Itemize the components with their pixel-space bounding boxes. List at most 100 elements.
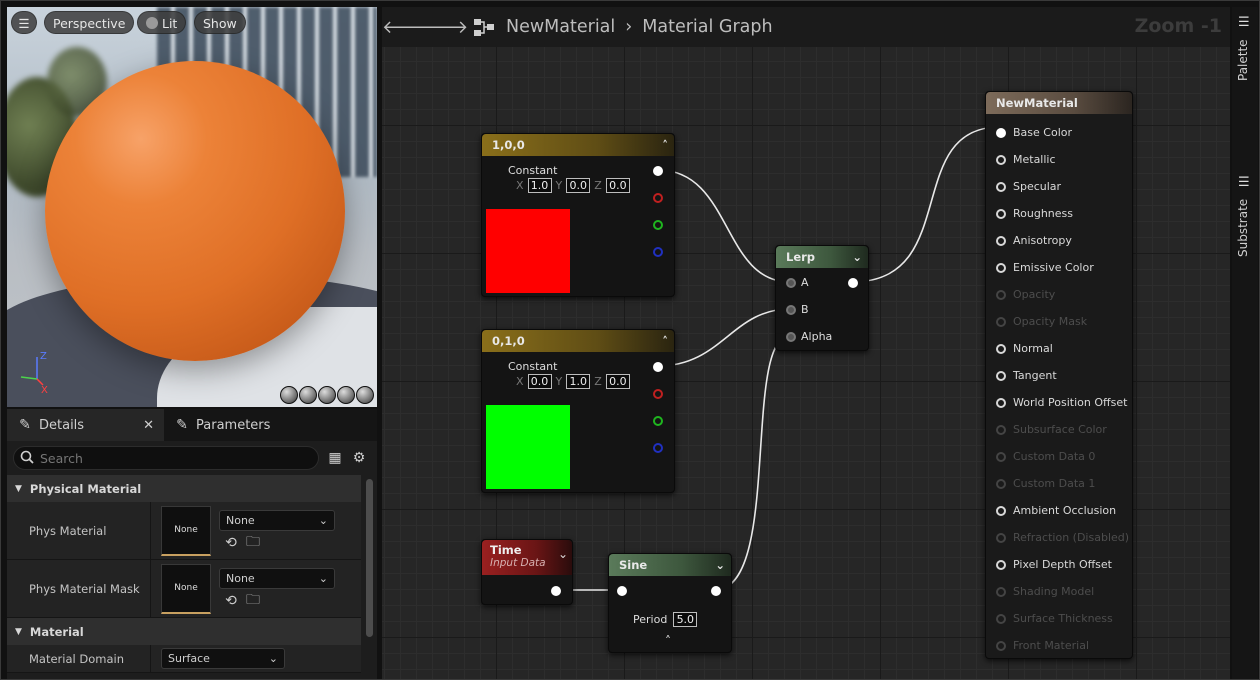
x-value-field[interactable]: 0.0 xyxy=(527,374,552,389)
close-tab-icon[interactable]: ✕ xyxy=(143,418,154,433)
output-pin-rgb[interactable] xyxy=(653,362,663,372)
result-pin-row[interactable]: Custom Data 0 xyxy=(996,450,1095,463)
input-pin[interactable] xyxy=(996,208,1006,219)
input-pin[interactable] xyxy=(996,586,1006,597)
x-value-field[interactable]: 1.0 xyxy=(527,178,552,193)
use-selected-asset-icon[interactable]: ⟲ xyxy=(223,593,239,609)
result-pin-row[interactable]: World Position Offset xyxy=(996,396,1127,409)
output-pin[interactable] xyxy=(711,586,721,596)
result-pin-row[interactable]: Emissive Color xyxy=(996,261,1094,274)
result-pin-row[interactable]: Surface Thickness xyxy=(996,612,1113,625)
input-pin[interactable] xyxy=(996,316,1006,327)
input-pin-alpha[interactable] xyxy=(786,332,796,342)
lerp-node[interactable]: Lerp ⌄ A B Alpha xyxy=(775,245,869,351)
input-pin[interactable] xyxy=(996,478,1006,489)
input-pin[interactable] xyxy=(996,343,1006,354)
tab-parameters[interactable]: ✎ Parameters xyxy=(164,409,280,441)
palette-tab[interactable]: Palette xyxy=(1236,39,1250,81)
collapse-caret-icon[interactable]: ˄ xyxy=(662,334,668,348)
input-pin[interactable] xyxy=(996,127,1006,138)
table-view-icon[interactable]: ▦ xyxy=(327,450,343,466)
browse-asset-icon[interactable]: 🗀 xyxy=(245,592,261,609)
result-pin-row[interactable]: Anisotropy xyxy=(996,234,1072,247)
output-pin-r[interactable] xyxy=(653,389,663,399)
input-pin[interactable] xyxy=(996,424,1006,435)
sphere-shape-icon[interactable] xyxy=(299,386,317,404)
input-pin[interactable] xyxy=(996,397,1006,408)
result-pin-row[interactable]: Custom Data 1 xyxy=(996,477,1095,490)
result-pin-row[interactable]: Opacity xyxy=(996,288,1055,301)
expand-caret-icon[interactable]: ˄ xyxy=(665,634,671,648)
category-physical-material[interactable]: ▼ Physical Material xyxy=(7,475,361,502)
material-result-node[interactable]: NewMaterial Base Color Metallic Specular Ro… xyxy=(985,91,1133,659)
chevron-down-icon[interactable]: ⌄ xyxy=(852,250,862,264)
input-pin[interactable] xyxy=(996,613,1006,624)
category-material[interactable]: ▼ Material xyxy=(7,618,361,645)
input-pin[interactable] xyxy=(996,559,1006,570)
input-pin[interactable] xyxy=(996,262,1006,273)
z-value-field[interactable]: 0.0 xyxy=(605,178,630,193)
z-value-field[interactable]: 0.0 xyxy=(605,374,630,389)
output-pin-r[interactable] xyxy=(653,193,663,203)
lit-button[interactable]: Lit xyxy=(137,11,187,34)
time-node[interactable]: Time Input Data ⌄ xyxy=(481,539,573,605)
output-pin-b[interactable] xyxy=(653,443,663,453)
result-pin-row[interactable]: Metallic xyxy=(996,153,1056,166)
result-pin-row[interactable]: Roughness xyxy=(996,207,1073,220)
palette-list-icon[interactable]: ☰ xyxy=(1238,15,1250,30)
input-pin[interactable] xyxy=(996,289,1006,300)
viewport-menu-button[interactable]: ☰ xyxy=(11,11,37,34)
input-pin-b[interactable] xyxy=(786,305,796,315)
output-pin-rgb[interactable] xyxy=(653,166,663,176)
asset-thumbnail[interactable]: None xyxy=(161,505,211,556)
y-value-field[interactable]: 1.0 xyxy=(566,374,591,389)
cylinder-shape-icon[interactable] xyxy=(280,386,298,404)
perspective-button[interactable]: Perspective xyxy=(44,11,135,34)
material-graph[interactable]: 🡐 🡒 NewMaterial › Material Graph Zoom -1 xyxy=(382,7,1230,679)
input-pin-a[interactable] xyxy=(786,278,796,288)
search-box[interactable] xyxy=(13,446,319,470)
result-pin-row[interactable]: Opacity Mask xyxy=(996,315,1087,328)
input-pin[interactable] xyxy=(996,451,1006,462)
input-pin[interactable] xyxy=(996,154,1006,165)
material-domain-dropdown[interactable]: Surface ⌄ xyxy=(161,648,285,669)
settings-gear-icon[interactable]: ⚙ xyxy=(351,450,367,466)
show-button[interactable]: Show xyxy=(194,11,246,34)
constant3-node-red[interactable]: 1,0,0 ˄ Constant X 1.0 Y 0.0 Z 0.0 xyxy=(481,133,675,297)
cube-shape-icon[interactable] xyxy=(337,386,355,404)
result-pin-row[interactable]: Shading Model xyxy=(996,585,1094,598)
phys-material-dropdown[interactable]: None ⌄ xyxy=(219,510,335,531)
browse-asset-icon[interactable]: 🗀 xyxy=(245,534,261,551)
input-pin[interactable] xyxy=(617,586,627,596)
tab-details[interactable]: ✎ Details ✕ xyxy=(7,409,164,441)
sine-node[interactable]: Sine ⌄ Period 5.0 ˄ xyxy=(608,553,732,653)
input-pin[interactable] xyxy=(996,505,1006,516)
input-pin[interactable] xyxy=(996,370,1006,381)
output-pin[interactable] xyxy=(848,278,858,288)
result-pin-row[interactable]: Subsurface Color xyxy=(996,423,1107,436)
details-scrollbar[interactable] xyxy=(366,479,373,637)
chevron-down-icon[interactable]: ⌄ xyxy=(558,547,568,561)
result-pin-row[interactable]: Specular xyxy=(996,180,1061,193)
input-pin[interactable] xyxy=(996,181,1006,192)
use-selected-asset-icon[interactable]: ⟲ xyxy=(223,535,239,551)
constant3-node-green[interactable]: 0,1,0 ˄ Constant X 0.0 Y 1.0 Z 0.0 xyxy=(481,329,675,493)
plane-shape-icon[interactable] xyxy=(318,386,336,404)
phys-material-mask-dropdown[interactable]: None ⌄ xyxy=(219,568,335,589)
output-pin-g[interactable] xyxy=(653,220,663,230)
substrate-list-icon[interactable]: ☰ xyxy=(1238,175,1250,190)
chevron-down-icon[interactable]: ⌄ xyxy=(715,558,725,572)
substrate-tab[interactable]: Substrate xyxy=(1236,199,1250,257)
output-pin[interactable] xyxy=(551,586,561,596)
search-input[interactable] xyxy=(40,450,300,466)
collapse-caret-icon[interactable]: ˄ xyxy=(662,138,668,152)
result-pin-row[interactable]: Normal xyxy=(996,342,1053,355)
result-pin-row[interactable]: Pixel Depth Offset xyxy=(996,558,1112,571)
preview-viewport[interactable]: ☰ Perspective Lit Show Z X xyxy=(7,7,377,407)
input-pin[interactable] xyxy=(996,640,1006,651)
result-pin-row[interactable]: Ambient Occlusion xyxy=(996,504,1116,517)
result-pin-row[interactable]: Base Color xyxy=(996,126,1072,139)
output-pin-b[interactable] xyxy=(653,247,663,257)
output-pin-g[interactable] xyxy=(653,416,663,426)
asset-thumbnail[interactable]: None xyxy=(161,563,211,614)
